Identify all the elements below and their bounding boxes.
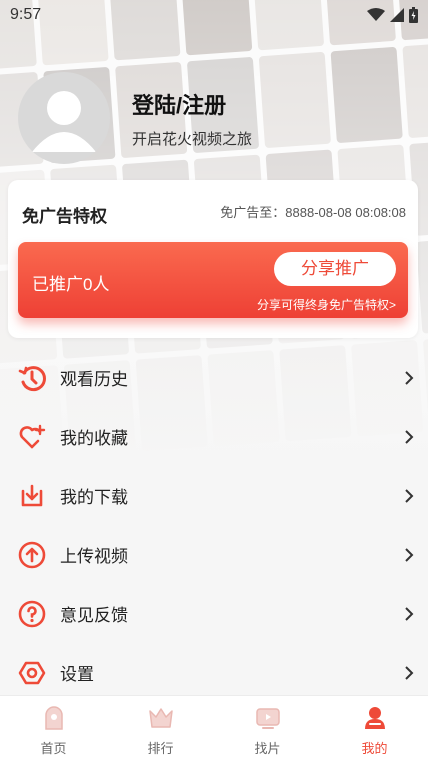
chevron-right-icon xyxy=(405,606,414,621)
heart-plus-icon xyxy=(17,422,47,452)
crown-icon xyxy=(148,708,173,728)
tab-label-home: 首页 xyxy=(40,741,67,756)
promo-count: 已推广0人 xyxy=(32,275,110,294)
login-register-link[interactable]: 登陆/注册 xyxy=(132,88,252,120)
tab-label-mine: 我的 xyxy=(361,741,388,756)
profile-subtitle: 开启花火视频之旅 xyxy=(132,130,253,148)
tab-mine[interactable]: 我的 xyxy=(321,696,428,761)
tab-home[interactable]: 首页 xyxy=(0,696,107,761)
tab-ranking[interactable]: 排行 xyxy=(107,696,214,761)
status-bar: 9:57 xyxy=(0,0,428,30)
person-icon xyxy=(364,707,385,729)
chevron-right-icon xyxy=(405,488,414,503)
menu-label-downloads: 我的下载 xyxy=(60,488,128,507)
menu-label-favorites: 我的收藏 xyxy=(60,429,128,448)
tab-label-find: 找片 xyxy=(254,741,281,756)
default-avatar-icon xyxy=(32,91,96,152)
upload-icon xyxy=(17,540,47,570)
promo-hint-link[interactable]: 分享可得终身免广告特权> xyxy=(257,296,396,313)
profile-header[interactable]: 登陆/注册 开启花火视频之旅 xyxy=(18,72,252,164)
chevron-right-icon xyxy=(405,665,414,680)
tab-label-ranking: 排行 xyxy=(147,741,174,756)
chevron-right-icon xyxy=(405,429,414,444)
battery-icon xyxy=(409,7,418,23)
menu-item-feedback[interactable]: 意见反馈 xyxy=(0,584,428,643)
menu-item-settings[interactable]: 设置 xyxy=(0,643,428,702)
chevron-right-icon xyxy=(405,370,414,385)
wifi-icon xyxy=(367,8,385,21)
menu-label-upload: 上传视频 xyxy=(60,547,128,566)
menu-label-settings: 设置 xyxy=(60,665,94,684)
avatar[interactable] xyxy=(18,72,110,164)
bottom-tab-bar: 首页 排行 找片 我的 xyxy=(0,695,428,761)
help-icon xyxy=(17,599,47,629)
menu-list: 观看历史 我的收藏 我的下载 上传视频 意见反馈 设置 xyxy=(0,348,428,702)
menu-label-history: 观看历史 xyxy=(60,370,128,389)
menu-item-downloads[interactable]: 我的下载 xyxy=(0,466,428,525)
signal-icon xyxy=(390,8,404,22)
tv-icon xyxy=(255,708,280,729)
menu-item-favorites[interactable]: 我的收藏 xyxy=(0,407,428,466)
menu-label-feedback: 意见反馈 xyxy=(60,606,128,625)
history-icon xyxy=(17,363,47,393)
ad-free-card: 免广告特权 免广告至：8888-08-08 08:08:08 已推广0人 分享推… xyxy=(8,180,418,338)
download-icon xyxy=(17,481,47,511)
ad-free-title: 免广告特权 xyxy=(22,207,107,226)
home-icon xyxy=(44,706,63,730)
share-promo-button[interactable]: 分享推广 xyxy=(274,252,396,286)
status-time: 9:57 xyxy=(10,6,42,23)
chevron-right-icon xyxy=(405,547,414,562)
tab-find[interactable]: 找片 xyxy=(214,696,321,761)
promo-banner[interactable]: 已推广0人 分享推广 分享可得终身免广告特权> xyxy=(18,242,408,318)
ad-free-expire: 免广告至：8888-08-08 08:08:08 xyxy=(220,205,406,220)
menu-item-upload[interactable]: 上传视频 xyxy=(0,525,428,584)
menu-item-history[interactable]: 观看历史 xyxy=(0,348,428,407)
settings-icon xyxy=(17,658,47,688)
